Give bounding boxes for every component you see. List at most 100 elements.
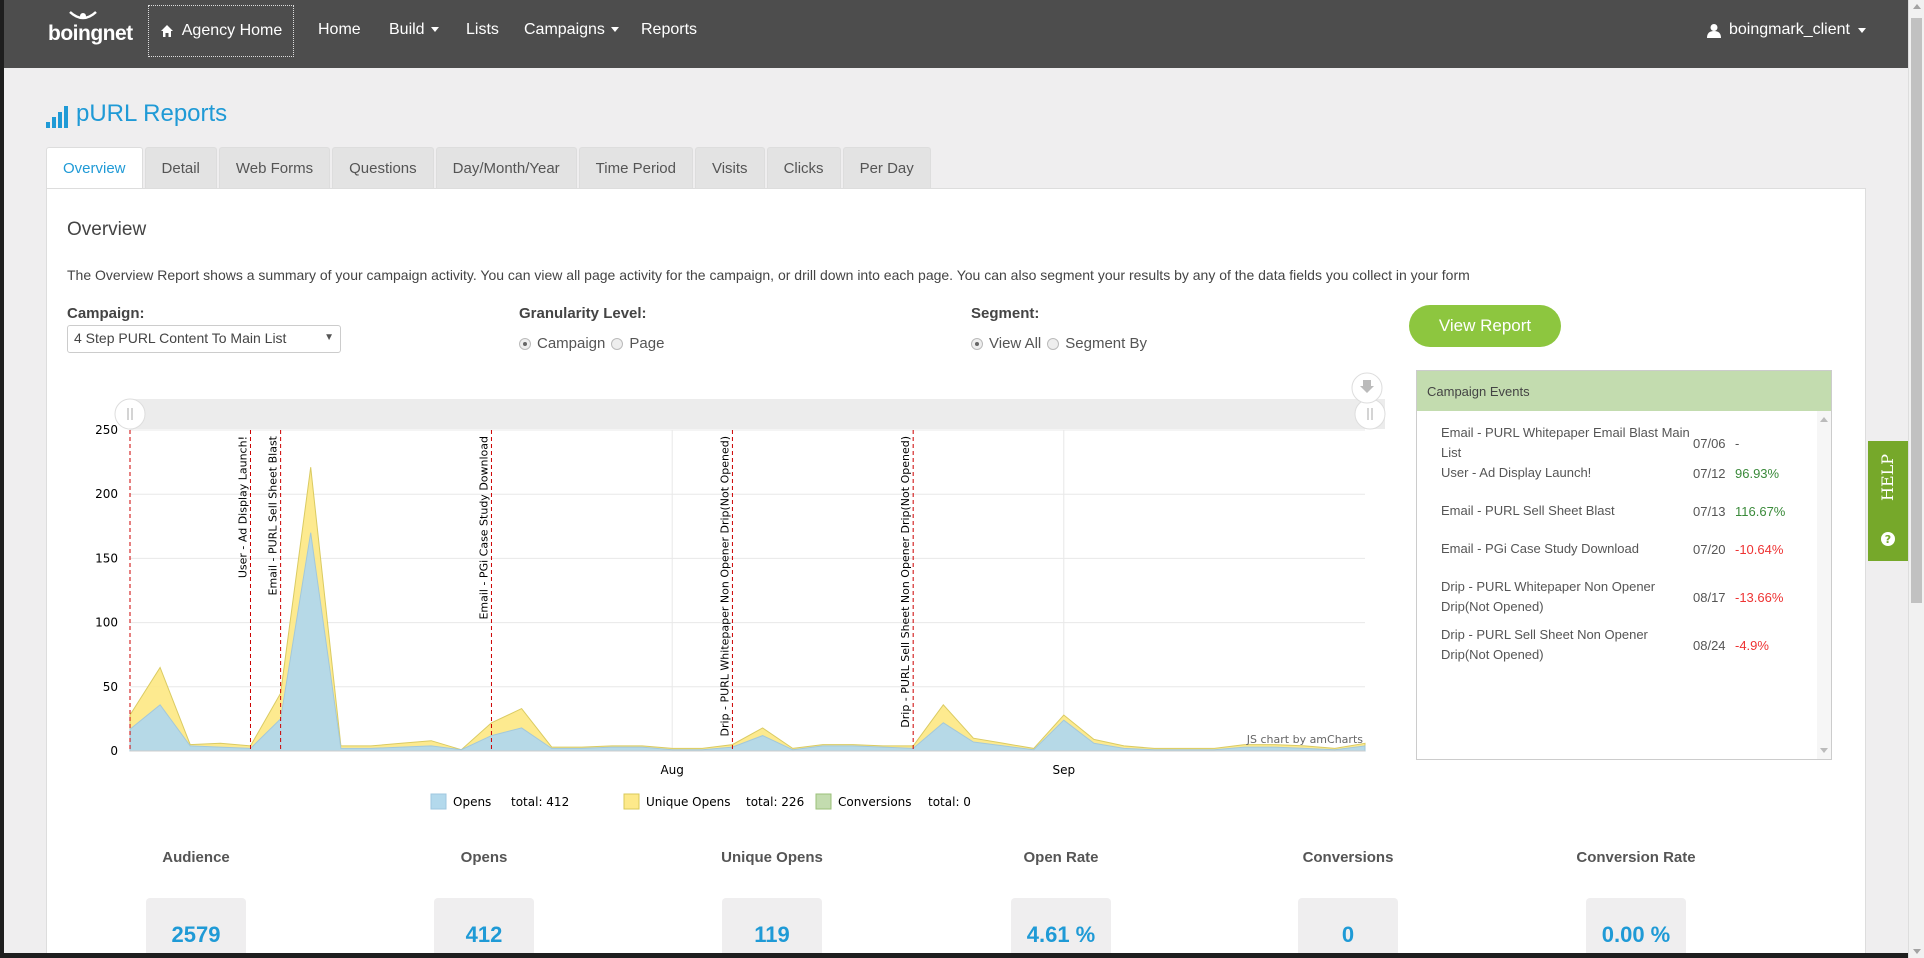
tab-per-day[interactable]: Per Day [842,147,931,188]
tab-questions[interactable]: Questions [332,147,434,188]
event-name: Email - PGi Case Study Download [1441,541,1639,556]
y-tick-label: 0 [110,744,118,758]
overview-panel: Overview The Overview Report shows a sum… [46,188,1866,958]
chart-scrollbar[interactable] [130,399,1385,429]
boingnet-logo[interactable]: boingnet [48,10,133,52]
help-question-icon: ? [1881,532,1895,546]
tab-clicks[interactable]: Clicks [766,147,841,188]
event-guide-label: User - Ad Display Launch! [236,436,249,578]
svg-text:?: ? [1885,533,1891,546]
legend-item-opens[interactable]: Opens total: 412 [430,793,569,810]
legend-label: Conversions [838,795,912,809]
stat-label: Conversions [1302,849,1394,866]
report-tabs: Overview Detail Web Forms Questions Day/… [46,147,933,189]
nav-lists[interactable]: Lists [466,0,499,60]
event-date: 07/20 [1693,541,1726,557]
campaign-events-list: Email - PURL Whitepaper Email Blast Main… [1417,411,1831,759]
nav-home[interactable]: Home [318,0,361,60]
y-tick-label: 250 [95,423,118,437]
bar-chart-icon [46,106,68,128]
amcharts-credit[interactable]: JS chart by amCharts [1246,733,1363,746]
legend-total: total: 226 [746,795,804,809]
page-scrollbar[interactable] [1908,0,1924,958]
tab-day-month-year[interactable]: Day/Month/Year [435,147,577,188]
scrollbar-thumb[interactable] [1911,18,1922,603]
scroll-up-icon[interactable] [1913,4,1921,9]
event-name: Email - PURL Sell Sheet Blast [1441,503,1615,518]
granularity-page-radio[interactable] [611,337,624,350]
top-navbar: boingnet Agency Home Home Build Lists Ca… [0,0,1908,68]
caret-down-icon [1857,27,1866,33]
tab-overview[interactable]: Overview [46,147,143,189]
segment-view-all-radio[interactable] [971,337,983,350]
campaign-event-row: Email - PGi Case Study Download 07/20 -10.… [1441,539,1801,559]
granularity-page-label: Page [629,335,665,352]
stat-label: Conversion Rate [1576,849,1696,866]
chart-scrollbar-left-handle[interactable] [114,398,146,430]
stat-value: 4.61 % [1011,898,1111,958]
view-report-button[interactable]: View Report [1409,305,1561,347]
stat-label: Opens [460,849,508,866]
campaign-select[interactable]: 4 Step PURL Content To Main List ▼ [67,325,341,353]
nav-build[interactable]: Build [389,0,439,60]
event-date: 07/12 [1693,465,1726,481]
stat-conversion-rate: Conversion Rate 0.00 % [1536,849,1736,958]
home-icon [160,25,173,37]
user-menu[interactable]: boingmark_client [1707,0,1866,60]
legend-label: Opens [453,795,491,809]
export-download-button[interactable] [1351,372,1383,404]
stat-value: 119 [722,898,822,958]
legend-swatch [815,793,832,810]
campaign-select-value: 4 Step PURL Content To Main List [74,330,287,346]
scroll-down-icon[interactable] [1913,949,1921,954]
granularity-label: Granularity Level: [519,305,647,322]
events-scrollbar[interactable] [1817,411,1831,759]
user-icon [1707,23,1721,38]
chart-scrollbar-right-handle[interactable] [1354,398,1386,430]
event-date: 07/13 [1693,503,1726,519]
granularity-radio-group: Campaign Page [519,335,664,352]
nav-campaigns[interactable]: Campaigns [524,0,619,60]
y-tick-label: 150 [95,551,118,565]
stat-label: Open Rate [1023,849,1099,866]
logo-text: boingnet [48,22,133,45]
chart-svg: 050100150200250AugSepOctNovUser - Ad Dis… [95,372,1557,810]
legend-item-conversions[interactable]: Conversions total: 0 [815,793,971,810]
event-name: User - Ad Display Launch! [1441,465,1592,480]
segment-by-radio[interactable] [1047,337,1060,350]
event-change: -10.64% [1735,541,1784,557]
taskbar-edge [0,953,1908,958]
event-change: -13.66% [1735,589,1784,605]
scroll-up-icon[interactable] [1820,417,1828,422]
legend-swatch [623,793,640,810]
tab-web-forms[interactable]: Web Forms [218,147,331,188]
agency-home-link[interactable]: Agency Home [148,5,294,57]
event-name: Drip - PURL Whitepaper Non Opener Drip(N… [1441,579,1656,614]
legend-item-unique-opens[interactable]: Unique Opens total: 226 [623,793,804,810]
tab-detail[interactable]: Detail [144,147,217,188]
nav-reports[interactable]: Reports [641,0,697,60]
stat-label: Unique Opens [721,849,823,866]
y-tick-label: 100 [95,616,118,630]
stat-audience: Audience 2579 [96,849,296,958]
granularity-campaign-radio[interactable] [519,337,531,350]
legend-label: Unique Opens [646,795,730,809]
event-change: - [1735,435,1740,451]
handle-circle [1354,398,1386,430]
campaign-event-row: User - Ad Display Launch! 07/12 96.93% [1441,463,1801,483]
help-tab[interactable]: HELP ? [1868,441,1908,561]
event-date: 08/24 [1693,637,1726,653]
tab-visits[interactable]: Visits [694,147,765,188]
dropdown-arrow-icon: ▼ [324,332,334,343]
scroll-down-icon[interactable] [1820,748,1828,753]
legend-total: total: 412 [511,795,569,809]
overview-heading: Overview [67,219,147,240]
area-series-opens [129,532,1366,752]
legend-swatch [430,793,447,810]
event-guide-label: Drip - PURL Sell Sheet Non Opener Drip(N… [899,436,912,728]
tab-time-period[interactable]: Time Period [578,147,693,188]
x-tick-label: Sep [1052,763,1075,777]
event-change: -4.9% [1735,637,1769,653]
username: boingmark_client [1729,21,1850,38]
stat-value: 2579 [146,898,246,958]
